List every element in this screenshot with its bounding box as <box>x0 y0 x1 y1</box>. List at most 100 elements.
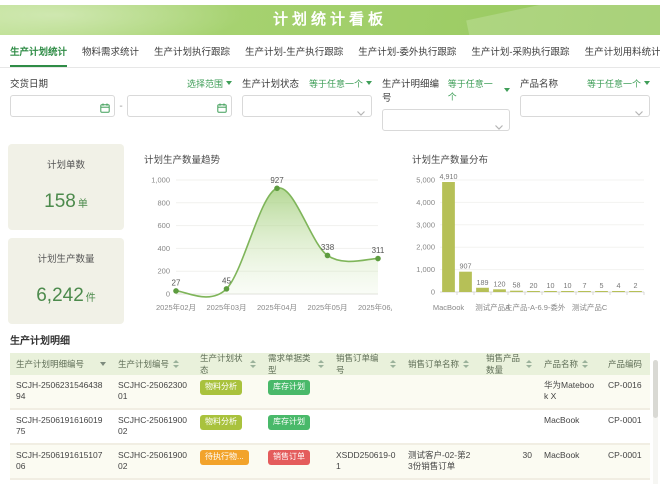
svg-text:311: 311 <box>372 246 385 255</box>
plan-detail-section: 生产计划明细 生产计划明细编号生产计划编号生产计划状态需求单据类型销售订单编号销… <box>0 332 660 484</box>
column-label: 销售订单编号 <box>336 352 386 376</box>
cell-qty <box>480 410 538 443</box>
sort-asc-icon <box>463 360 469 363</box>
filter-label: 生产计明细编号 <box>382 76 448 104</box>
column-label: 生产计划状态 <box>200 352 246 376</box>
calendar-icon <box>100 103 110 113</box>
column-header-product[interactable]: 产品名称 <box>538 353 602 375</box>
filter-operator[interactable]: 等于任意一个 <box>309 77 372 90</box>
sort-desc-icon <box>526 365 532 368</box>
column-header-code[interactable]: 产品编码 <box>602 353 648 375</box>
table-row[interactable]: SCJH-250619161510706SCJHC-2506190002待执行物… <box>10 445 650 480</box>
column-header-demand_type[interactable]: 需求单据类型 <box>262 353 330 375</box>
sort-asc-icon <box>390 360 396 363</box>
sort-asc-icon <box>582 360 588 363</box>
cell-so_no <box>330 410 402 443</box>
column-header-so_name[interactable]: 销售订单名称 <box>402 353 480 375</box>
filter-group-plan-status: 生产计划状态等于任意一个 <box>242 76 372 131</box>
sort-desc-icon <box>250 365 256 368</box>
svg-text:MacBook: MacBook <box>433 303 465 312</box>
svg-text:400: 400 <box>157 244 170 253</box>
table-row[interactable]: SCJH-250619161601975SCJHC-2506190002物料分析… <box>10 410 650 445</box>
caret-down-icon <box>226 81 232 85</box>
svg-text:2025年04月: 2025年04月 <box>257 302 297 312</box>
sort-asc-icon <box>173 360 179 363</box>
svg-text:测试产品C: 测试产品C <box>572 302 608 312</box>
table-header-row: 生产计划明细编号 生产计划编号生产计划状态需求单据类型销售订单编号销售订单名称销售… <box>10 353 650 375</box>
filter-labels-delivery-date: 交货日期选择范围 <box>10 76 232 90</box>
svg-text:2,000: 2,000 <box>416 243 435 252</box>
column-header-qty[interactable]: 销售产品数量 <box>480 353 538 375</box>
sort-desc-icon <box>582 365 588 368</box>
tab-plan-production-tracking[interactable]: 生产计划-生产执行跟踪 <box>245 44 343 67</box>
sort-icon <box>390 360 396 368</box>
cell-detail_no: SCJH-250619105433703 <box>10 480 112 484</box>
svg-text:2: 2 <box>634 281 638 290</box>
filter-operator[interactable]: 等于任意一个 <box>448 77 510 103</box>
tab-production-plan-stats[interactable]: 生产计划统计 <box>10 44 67 67</box>
tab-material-demand-stats[interactable]: 物料需求统计 <box>82 44 139 67</box>
cell-status: 物料分析 <box>194 480 262 484</box>
svg-text:58: 58 <box>513 281 521 290</box>
stat-unit: 件 <box>86 293 96 304</box>
filter-select-plan-status[interactable] <box>242 95 372 117</box>
filter-controls <box>520 95 650 117</box>
filter-label: 生产计划状态 <box>242 76 299 90</box>
svg-text:2025年03月: 2025年03月 <box>206 302 246 312</box>
column-label: 产品名称 <box>544 358 578 370</box>
svg-text:20: 20 <box>530 281 538 290</box>
filter-select-product-name[interactable] <box>520 95 650 117</box>
filter-operator[interactable]: 等于任意一个 <box>587 77 650 90</box>
tab-plan-purchase-tracking[interactable]: 生产计划-采购执行跟踪 <box>471 44 569 67</box>
cell-status: 物料分析 <box>194 375 262 408</box>
column-header-so_no[interactable]: 销售订单编号 <box>330 353 402 375</box>
plan-detail-table: 生产计划明细编号生产计划编号生产计划状态需求单据类型销售订单编号销售订单名称销售… <box>10 353 650 484</box>
tab-plan-material-usage-stats[interactable]: 生产计划用料统计 <box>585 44 660 67</box>
filter-controls <box>382 109 510 131</box>
sort-icon <box>526 360 532 368</box>
stat-card-plan-order-count: 计划单数158单 <box>8 144 124 230</box>
filter-operator[interactable]: 选择范围 <box>187 77 232 90</box>
svg-text:7: 7 <box>583 281 587 290</box>
column-header-detail_no[interactable]: 生产计划明细编号 <box>10 353 112 375</box>
svg-text:主产品-A-6.9-委外: 主产品-A-6.9-委外 <box>505 302 566 312</box>
scrollbar-thumb[interactable] <box>653 360 658 418</box>
sort-icon <box>582 360 588 368</box>
stat-value: 158单 <box>8 191 124 213</box>
filter-group-plan-detail-no: 生产计明细编号等于任意一个 <box>382 76 510 131</box>
sort-desc-icon <box>390 365 396 368</box>
sort-asc-icon <box>318 360 324 363</box>
sort-desc-icon <box>173 365 179 368</box>
column-label: 销售产品数量 <box>486 352 522 376</box>
tab-plan-outsource-tracking[interactable]: 生产计划-委外执行跟踪 <box>358 44 456 67</box>
filter-select-plan-detail-no[interactable] <box>382 109 510 131</box>
status-badge: 销售订单 <box>268 450 310 465</box>
column-label: 需求单据类型 <box>268 352 314 376</box>
table-row[interactable]: SCJH-250623154643894SCJHC-2506230001物料分析… <box>10 375 650 410</box>
cell-qty <box>480 375 538 408</box>
tab-plan-execution-tracking[interactable]: 生产计划执行跟踪 <box>154 44 230 67</box>
svg-text:189: 189 <box>477 278 489 287</box>
filter-group-delivery-date: 交货日期选择范围- <box>10 76 232 131</box>
chevron-down-icon <box>495 125 503 130</box>
cell-status: 物料分析 <box>194 410 262 443</box>
column-label: 生产计划明细编号 <box>16 358 84 370</box>
sort-asc-icon <box>526 360 532 363</box>
cell-plan_no: SCJHC-2506230001 <box>112 375 194 408</box>
svg-text:2025年05月: 2025年05月 <box>307 302 347 312</box>
svg-text:5,000: 5,000 <box>416 176 435 185</box>
stat-card-planned-production-qty: 计划生产数量6,242件 <box>8 238 124 324</box>
cell-product: MacBook <box>538 410 602 443</box>
table-body: SCJH-250623154643894SCJHC-2506230001物料分析… <box>10 375 650 484</box>
table-title: 生产计划明细 <box>10 332 650 347</box>
table-row[interactable]: SCJH-250619105433703SCJHC-2506190001物料分析… <box>10 480 650 484</box>
filter-controls <box>242 95 372 117</box>
table-scrollbar[interactable] <box>653 360 658 484</box>
svg-text:27: 27 <box>172 278 181 287</box>
column-label: 产品编码 <box>608 358 642 370</box>
column-header-status[interactable]: 生产计划状态 <box>194 353 262 375</box>
status-badge: 物料分析 <box>200 415 242 430</box>
svg-text:4,910: 4,910 <box>440 172 458 181</box>
column-header-plan_no[interactable]: 生产计划编号 <box>112 353 194 375</box>
cell-plan_no: SCJHC-2506190002 <box>112 410 194 443</box>
